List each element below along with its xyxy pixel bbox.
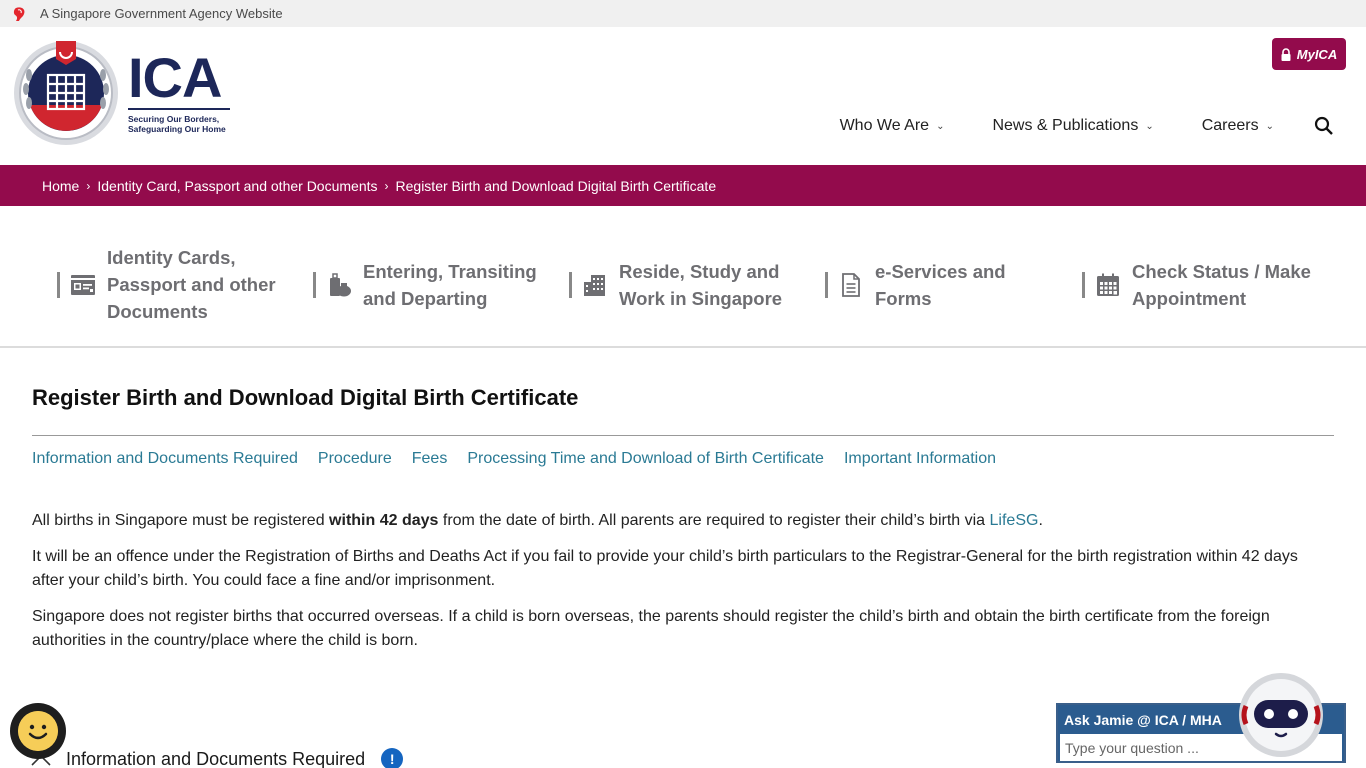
bold-text: within 42 days xyxy=(329,512,439,529)
nav-label: News & Publications xyxy=(992,117,1139,134)
category-label: and Departing xyxy=(363,288,488,309)
breadcrumb-identity-documents[interactable]: Identity Card, Passport and other Docume… xyxy=(97,178,377,194)
gov-banner: A Singapore Government Agency Website xyxy=(0,0,1366,27)
chevron-down-icon: ⌄ xyxy=(1265,120,1274,132)
category-label: Check Status / Make xyxy=(1132,261,1311,282)
info-icon: ! xyxy=(381,748,404,768)
logo-wordmark: ICA xyxy=(128,50,230,110)
chevron-down-icon: ⌄ xyxy=(1145,120,1154,132)
category-label: Passport and other xyxy=(107,274,276,295)
divider xyxy=(1082,272,1085,298)
intro-paragraph: All births in Singapore must be register… xyxy=(32,509,1334,533)
lifesg-link[interactable]: LifeSG xyxy=(990,512,1039,529)
divider xyxy=(57,271,60,298)
anchor-information-documents[interactable]: Information and Documents Required xyxy=(32,450,298,468)
breadcrumb: Home › Identity Card, Passport and other… xyxy=(0,165,1366,206)
chevron-down-icon: ⌄ xyxy=(936,120,945,132)
category-entering-transiting[interactable]: Entering, Transiting and Departing xyxy=(313,258,537,312)
nav-news-publications[interactable]: News & Publications ⌄ xyxy=(992,117,1153,135)
text: All births in Singapore must be register… xyxy=(32,512,330,529)
category-label: e-Services and xyxy=(875,261,1006,282)
nav-label: Careers xyxy=(1201,117,1259,134)
divider xyxy=(313,272,316,298)
category-check-status-appointment[interactable]: Check Status / Make Appointment xyxy=(1082,258,1311,312)
feedback-button[interactable] xyxy=(10,703,66,759)
logo-tagline-1: Securing Our Borders, xyxy=(128,114,220,124)
anchor-processing-time[interactable]: Processing Time and Download of Birth Ce… xyxy=(467,450,824,468)
search-icon[interactable] xyxy=(1314,116,1334,136)
breadcrumb-current: Register Birth and Download Digital Birt… xyxy=(395,177,717,194)
offence-paragraph: It will be an offence under the Registra… xyxy=(32,548,1298,589)
myica-label: MyICA xyxy=(1296,46,1338,62)
divider xyxy=(569,272,572,298)
jamie-robot-icon[interactable] xyxy=(1238,672,1324,758)
ica-logo[interactable]: ICA Securing Our Borders, Safeguarding O… xyxy=(12,39,230,147)
category-eservices-forms[interactable]: e-Services and Forms xyxy=(825,258,1006,312)
category-label: Forms xyxy=(875,288,932,309)
category-label: Entering, Transiting xyxy=(363,261,537,282)
nav-careers[interactable]: Careers ⌄ xyxy=(1202,117,1274,135)
calendar-icon xyxy=(1095,272,1121,298)
nav-who-we-are[interactable]: Who We Are ⌄ xyxy=(840,117,945,135)
luggage-icon xyxy=(326,272,352,298)
lock-icon xyxy=(1281,47,1291,61)
divider xyxy=(825,272,828,298)
id-card-icon xyxy=(70,272,96,298)
nav-label: Who We Are xyxy=(839,117,930,134)
main-content: Register Birth and Download Digital Birt… xyxy=(0,385,1366,653)
breadcrumb-separator: › xyxy=(384,178,389,193)
text: from the date of birth. All parents are … xyxy=(438,512,990,529)
breadcrumb-home[interactable]: Home xyxy=(42,178,79,194)
category-label: Reside, Study and xyxy=(619,261,780,282)
logo-tagline-2: Safeguarding Our Home xyxy=(128,124,226,134)
anchor-procedure[interactable]: Procedure xyxy=(318,450,392,468)
lion-head-icon xyxy=(12,6,28,22)
main-nav: Who We Are ⌄ News & Publications ⌄ Caree… xyxy=(840,116,1334,136)
category-nav: Identity Cards, Passport and other Docum… xyxy=(0,206,1366,348)
category-label: Identity Cards, xyxy=(107,247,236,268)
gov-banner-text: A Singapore Government Agency Website xyxy=(40,6,283,21)
page-title: Register Birth and Download Digital Birt… xyxy=(32,385,1334,436)
smiley-feedback-icon xyxy=(18,711,58,751)
breadcrumb-separator: › xyxy=(86,178,91,193)
category-label: Work in Singapore xyxy=(619,288,783,309)
site-header: ICA Securing Our Borders, Safeguarding O… xyxy=(0,27,1366,165)
anchor-important-information[interactable]: Important Information xyxy=(844,450,996,468)
building-icon xyxy=(582,272,608,298)
text: . xyxy=(1038,512,1043,529)
category-label: Documents xyxy=(107,301,208,322)
category-identity-documents[interactable]: Identity Cards, Passport and other Docum… xyxy=(57,244,276,325)
accordion-label: Information and Documents Required xyxy=(66,748,366,768)
overseas-paragraph: Singapore does not register births that … xyxy=(32,608,1270,649)
ica-emblem-icon xyxy=(14,41,118,145)
myica-button[interactable]: MyICA xyxy=(1272,38,1346,70)
section-anchor-links: Information and Documents Required Proce… xyxy=(32,450,1334,468)
accordion-information-documents[interactable]: Information and Documents Required ! xyxy=(30,748,404,768)
category-reside-study-work[interactable]: Reside, Study and Work in Singapore xyxy=(569,258,782,312)
anchor-fees[interactable]: Fees xyxy=(412,450,448,468)
document-icon xyxy=(838,272,864,298)
category-label: Appointment xyxy=(1132,288,1247,309)
